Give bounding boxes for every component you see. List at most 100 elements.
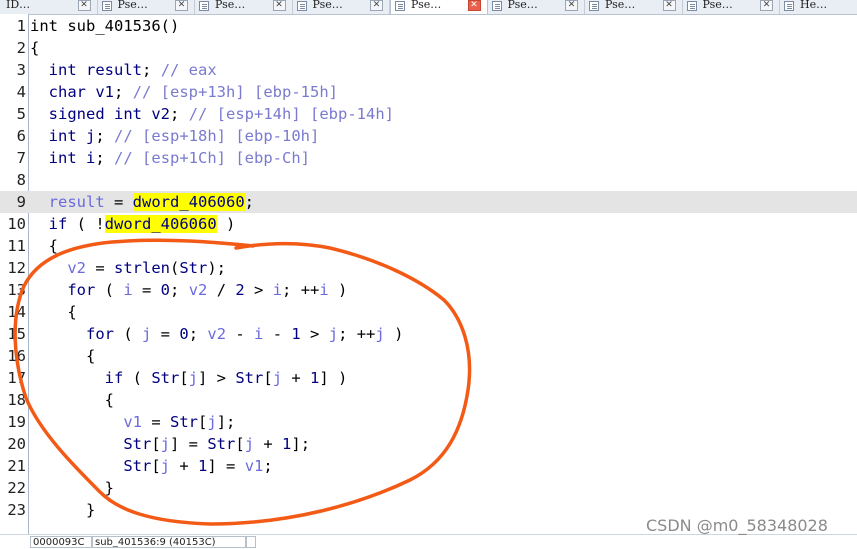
line-number: 15 (7, 325, 26, 343)
tab-label: Pse… (605, 0, 636, 11)
csdn-watermark: CSDN @m0_58348028 (646, 516, 828, 535)
code-line[interactable]: 14 { (0, 301, 857, 323)
code-line[interactable]: 19 v1 = Str[j]; (0, 411, 857, 433)
line-number: 11 (7, 237, 26, 255)
line-number: 3 (16, 61, 26, 79)
line-number: 5 (16, 105, 26, 123)
line-number: 19 (7, 413, 26, 431)
tab-2[interactable]: Pse… ✕ (195, 0, 293, 14)
close-icon[interactable]: ✕ (760, 0, 773, 11)
code-line[interactable]: 3 int result; // eax (0, 59, 857, 81)
line-number: 10 (7, 215, 26, 233)
pseudocode-view[interactable]: 1 int sub_401536() 2{3 int result; // eax 4… (0, 14, 857, 534)
tab-label: Pse… (411, 0, 442, 11)
code-line[interactable]: 13 for ( i = 0; v2 / 2 > i; ++i ) (0, 279, 857, 301)
code-text: int j; // [esp+18h] [ebp-10h] (48, 127, 320, 145)
status-location: sub_401536:9 (40153C) (92, 536, 246, 548)
tab-8[interactable]: He…✕ (780, 0, 857, 14)
status-bar: 0000093C sub_401536:9 (40153C) (0, 534, 857, 549)
line-number: 18 (7, 391, 26, 409)
pseudocode-tab-icon (686, 1, 697, 11)
tab-label: Pse… (312, 0, 343, 11)
code-line[interactable]: 2{ (0, 37, 857, 59)
pseudocode-tab-icon (199, 1, 209, 11)
line-number: 4 (16, 83, 26, 101)
code-line[interactable]: 12 v2 = strlen(Str); (0, 257, 857, 279)
line-number: 1 (16, 17, 26, 35)
pseudocode-tab-icon (784, 1, 794, 11)
line-number: 23 (7, 501, 26, 519)
tab-3[interactable]: Pse… ✕ (293, 0, 390, 14)
code-line[interactable]: 22 } (0, 477, 857, 499)
close-icon[interactable]: ✕ (272, 0, 286, 11)
code-text: } (30, 479, 114, 497)
line-number: 8 (16, 171, 26, 189)
line-number: 7 (16, 149, 26, 167)
code-text: result = dword_406060; (48, 193, 254, 211)
tab-label: Pse… (507, 0, 538, 11)
tab-label: Pse… (215, 0, 246, 11)
line-number: 13 (7, 281, 26, 299)
close-icon[interactable]: ✕ (662, 0, 676, 11)
code-line[interactable]: 10 if ( !dword_406060 ) (0, 213, 857, 235)
close-icon[interactable]: ✕ (77, 0, 91, 11)
tab-label: Pse… (117, 0, 148, 11)
code-text: { (30, 347, 96, 365)
code-line[interactable]: 15 for ( j = 0; v2 - i - 1 > j; ++j ) (0, 323, 857, 345)
code-text: v1 = Str[j]; (123, 413, 236, 431)
close-icon[interactable]: ✕ (175, 0, 188, 11)
line-number: 9 (16, 193, 26, 211)
code-text: Str[j] = Str[j + 1]; (123, 435, 311, 453)
pseudocode-tab-icon (296, 1, 307, 11)
code-text: if ( !dword_406060 ) (48, 215, 236, 233)
tab-0[interactable]: ID… ✕ (0, 0, 98, 14)
code-text: { (30, 237, 58, 255)
tab-label: Pse… (702, 0, 733, 11)
code-line[interactable]: 8 (0, 169, 857, 191)
code-text: v2 = strlen(Str); (67, 259, 227, 277)
code-text: int sub_401536() (30, 17, 180, 35)
code-line[interactable]: 9 result = dword_406060; (0, 191, 857, 213)
close-icon[interactable]: ✕ (370, 0, 383, 11)
tab-label: He… (800, 0, 828, 11)
tab-4[interactable]: Pse… ✕ (390, 0, 488, 14)
code-line[interactable]: 17 if ( Str[j] > Str[j + 1] ) (0, 367, 857, 389)
code-line[interactable]: 7 int i; // [esp+1Ch] [ebp-Ch] (0, 147, 857, 169)
code-line[interactable]: 11 { (0, 235, 857, 257)
code-text: } (30, 501, 96, 519)
code-text: int result; // eax (48, 61, 217, 79)
tab-6[interactable]: Pse… ✕ (585, 0, 683, 14)
code-text: if ( Str[j] > Str[j + 1] ) (104, 369, 348, 387)
code-line[interactable]: 6 int j; // [esp+18h] [ebp-10h] (0, 125, 857, 147)
code-line[interactable]: 16 { (0, 345, 857, 367)
line-number: 12 (7, 259, 26, 277)
line-number: 22 (7, 479, 26, 497)
pseudocode-tab-icon (101, 1, 112, 11)
tab-5[interactable]: Pse… ✕ (488, 0, 585, 14)
close-icon[interactable]: ✕ (467, 0, 481, 11)
code-text: for ( i = 0; v2 / 2 > i; ++i ) (67, 281, 348, 299)
code-text: signed int v2; // [esp+14h] [ebp-14h] (48, 105, 394, 123)
code-line[interactable]: 4 char v1; // [esp+13h] [ebp-15h] (0, 81, 857, 103)
code-line[interactable]: 21 Str[j + 1] = v1; (0, 455, 857, 477)
tab-7[interactable]: Pse… ✕ (683, 0, 780, 14)
line-number: 6 (16, 127, 26, 145)
status-extra (246, 536, 256, 548)
line-number: 2 (16, 39, 26, 57)
pseudocode-tab-icon (491, 1, 502, 11)
code-line[interactable]: 5 signed int v2; // [esp+14h] [ebp-14h] (0, 103, 857, 125)
tab-label: ID… (6, 0, 31, 11)
pseudocode-tab-icon (395, 1, 405, 11)
code-line[interactable]: 1 int sub_401536() (0, 15, 857, 37)
close-icon[interactable]: ✕ (565, 0, 578, 11)
code-text: { (30, 391, 114, 409)
code-text: { (30, 39, 40, 57)
code-line[interactable]: 18 { (0, 389, 857, 411)
code-line[interactable]: 20 Str[j] = Str[j + 1]; (0, 433, 857, 455)
code-text: Str[j + 1] = v1; (123, 457, 273, 475)
pseudocode-tab-icon (589, 1, 599, 11)
tab-1[interactable]: Pse… ✕ (98, 0, 195, 14)
line-number: 20 (7, 435, 26, 453)
code-text: int i; // [esp+1Ch] [ebp-Ch] (48, 149, 310, 167)
code-text: { (30, 303, 77, 321)
